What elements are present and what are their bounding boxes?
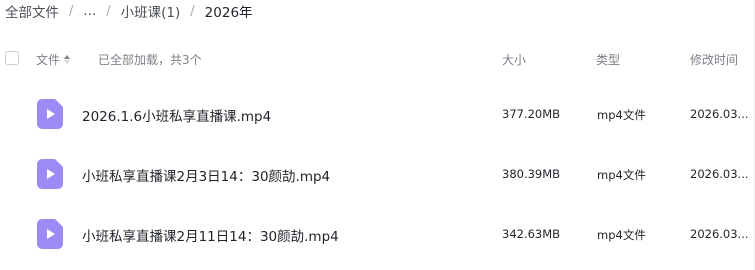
column-header-name[interactable]: 文件 [36, 51, 71, 68]
file-type: mp4文件 [597, 228, 646, 242]
column-header-size[interactable]: 大小 [502, 51, 526, 68]
breadcrumb-folder-xiaobanke[interactable]: 小班课(1) [121, 1, 181, 21]
file-row[interactable]: 2026.1.6小班私享直播课.mp4 377.20MB mp4文件 2026.… [0, 84, 755, 144]
file-size: 377.20MB [502, 107, 561, 121]
column-header-mtime[interactable]: 修改时间 [690, 51, 738, 68]
file-mtime: 2026.03... [690, 107, 749, 121]
breadcrumb-ellipsis[interactable]: ... [83, 3, 96, 19]
breadcrumb: 全部文件 / ... / 小班课(1) / 2026年 [5, 0, 253, 22]
file-row[interactable]: 小班私享直播课2月11日14：30颜劼.mp4 342.63MB mp4文件 2… [0, 204, 755, 264]
breadcrumb-separator: / [106, 3, 111, 19]
column-header-type[interactable]: 类型 [596, 51, 620, 68]
column-header-name-label: 文件 [36, 53, 61, 67]
file-mtime: 2026.03... [690, 227, 749, 241]
select-all-checkbox[interactable] [5, 51, 19, 65]
file-list-header: 文件 已全部加载，共3个 大小 类型 修改时间 [0, 44, 755, 74]
file-size: 380.39MB [502, 167, 561, 181]
file-mtime: 2026.03... [690, 167, 749, 181]
video-file-icon [37, 219, 63, 249]
file-type: mp4文件 [597, 108, 646, 122]
file-name[interactable]: 2026.1.6小班私享直播课.mp4 [82, 105, 271, 125]
file-type: mp4文件 [597, 168, 646, 182]
breadcrumb-separator: / [69, 3, 74, 19]
video-file-icon [37, 99, 63, 129]
breadcrumb-separator: / [190, 3, 195, 19]
loaded-count-text: 已全部加载，共3个 [98, 53, 202, 67]
video-file-icon [37, 159, 63, 189]
file-row[interactable]: 小班私享直播课2月3日14：30颜劼.mp4 380.39MB mp4文件 20… [0, 144, 755, 204]
sort-icon[interactable] [64, 55, 71, 64]
breadcrumb-current-folder: 2026年 [204, 5, 253, 21]
file-name[interactable]: 小班私享直播课2月11日14：30颜劼.mp4 [82, 225, 339, 245]
breadcrumb-all-files[interactable]: 全部文件 [5, 1, 59, 21]
file-name[interactable]: 小班私享直播课2月3日14：30颜劼.mp4 [82, 165, 330, 185]
file-size: 342.63MB [502, 227, 561, 241]
